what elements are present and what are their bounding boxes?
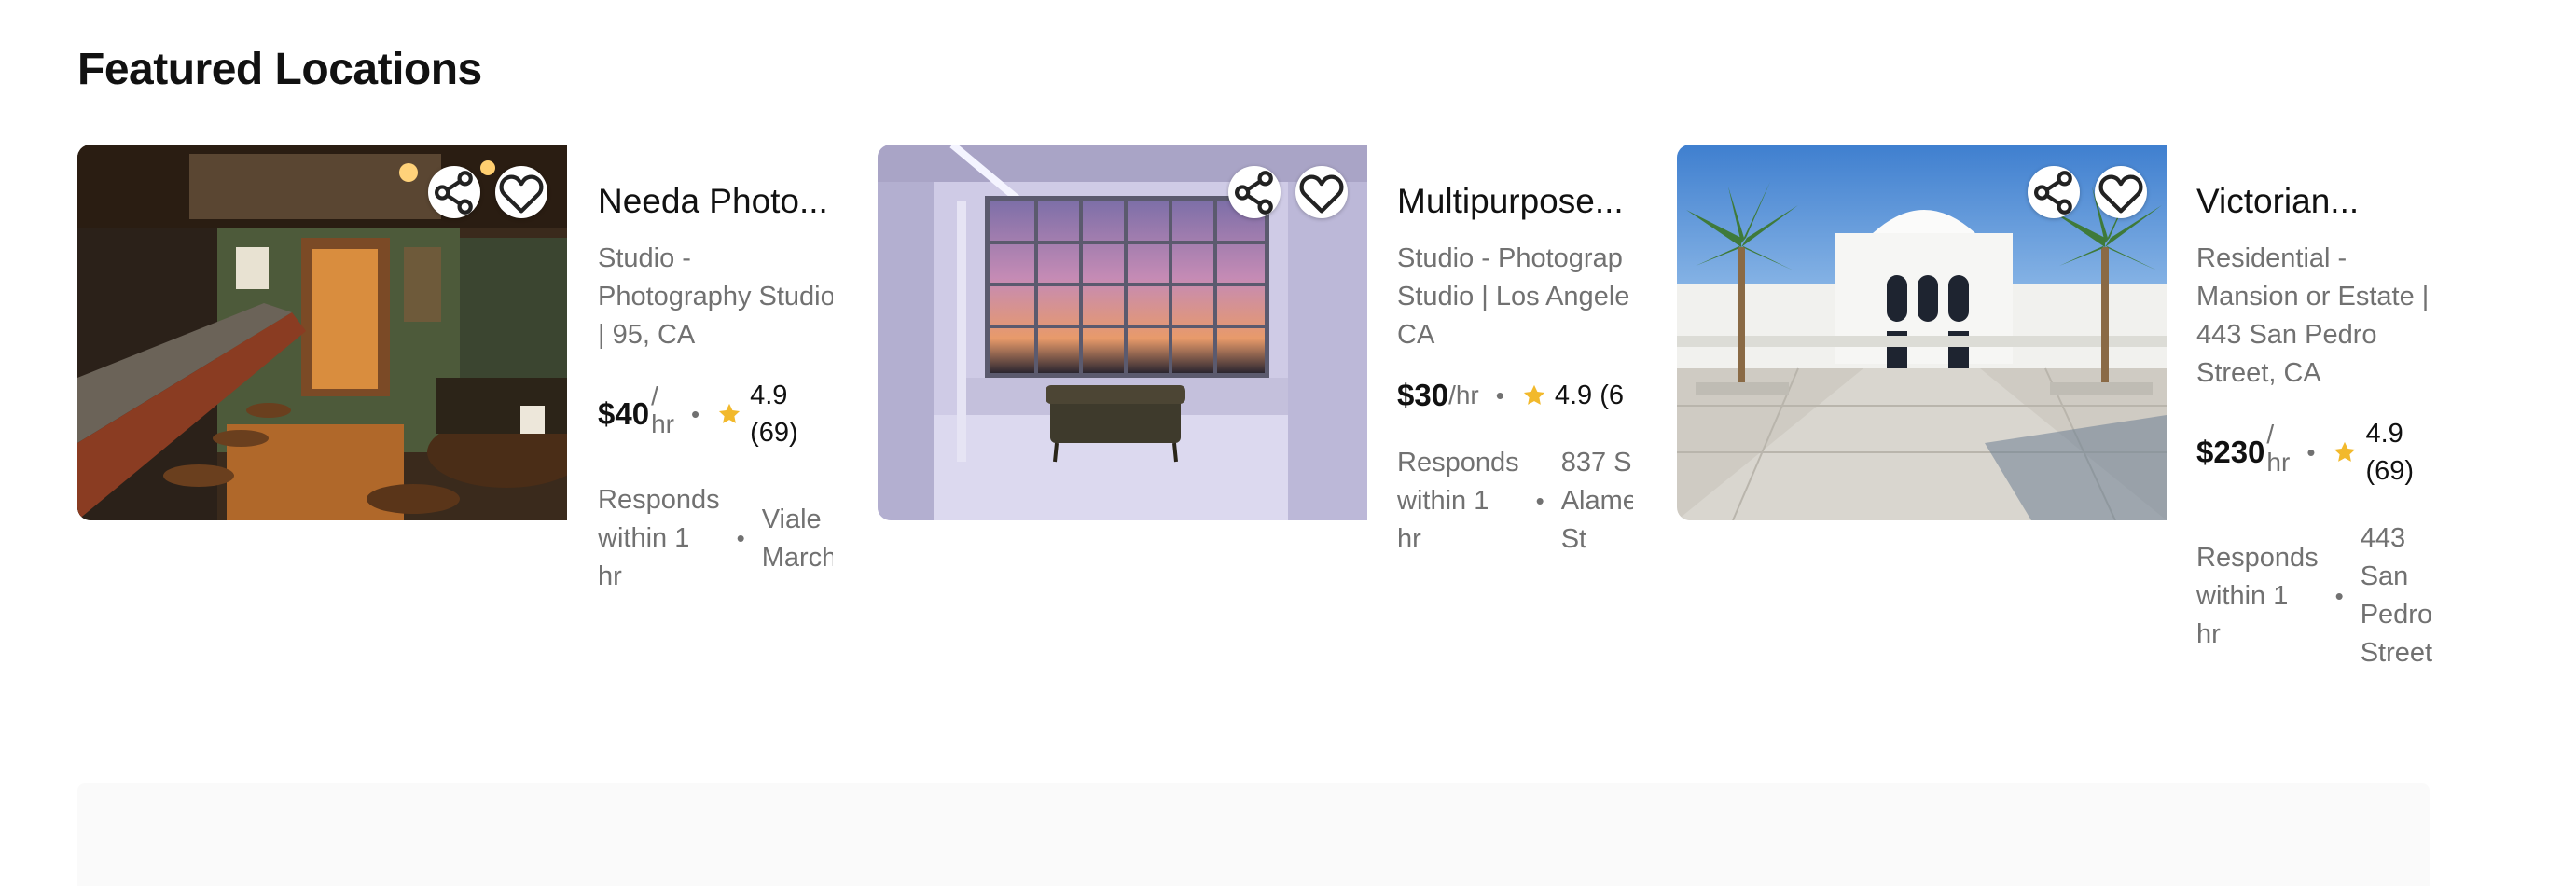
response-line: within 1	[2196, 580, 2289, 611]
location-type: Residential - Mansion or Estate | 443 Sa…	[2196, 240, 2432, 393]
response-line: Responds	[1397, 448, 1519, 478]
location-name[interactable]: Multipurpose...	[1397, 180, 1633, 223]
rating-count: (69)	[750, 418, 798, 448]
share-icon	[1235, 170, 1273, 215]
location-type: Studio - Photography Studio | 95, CA	[598, 240, 833, 354]
location-card[interactable]: Multipurpose... Studio - Photograp Studi…	[878, 145, 1633, 667]
separator-dot: •	[2334, 581, 2344, 610]
rating-value: 4.9	[750, 381, 788, 410]
type-line: Photography Studio	[598, 282, 833, 311]
price-rating-row: $230 / hr • 4.9 (69)	[2196, 415, 2432, 490]
page: Featured Locations Needa Photo... Studio…	[0, 0, 2576, 886]
type-line: CA	[1397, 320, 1435, 350]
star-icon	[716, 401, 742, 427]
price: $30	[1397, 378, 1449, 412]
meta-row: Responds within 1 hr • 443 San Pedro Str…	[2196, 519, 2432, 672]
response-line: within 1	[598, 523, 690, 553]
price-unit: / hr	[651, 382, 674, 438]
address-line: Pedro	[2360, 600, 2432, 630]
response-line: hr	[1397, 524, 1421, 554]
location-name[interactable]: Needa Photo...	[598, 180, 833, 223]
address-line: March	[761, 542, 833, 573]
type-line: 443 San Pedro	[2196, 320, 2377, 350]
heart-icon	[2098, 174, 2143, 213]
address: Viale March	[762, 501, 833, 577]
address-line: 837 S	[1560, 448, 1632, 478]
rating-count: (69)	[2365, 456, 2415, 486]
separator-dot: •	[1495, 381, 1504, 409]
location-name[interactable]: Victorian...	[2196, 180, 2432, 223]
response-time: Responds within 1 hr	[1397, 444, 1519, 559]
meta-row: Responds within 1 hr • Viale March	[598, 481, 833, 596]
price-unit: / hr	[2266, 421, 2291, 477]
meta-row: Responds within 1 hr • 837 S Alame St	[1397, 444, 1633, 559]
price-unit-text: hr	[651, 409, 674, 438]
address-line: St	[1560, 524, 1587, 554]
share-icon	[435, 170, 473, 215]
favorite-button[interactable]	[2095, 166, 2147, 218]
share-button[interactable]	[1228, 166, 1281, 218]
location-info: Needa Photo... Studio - Photography Stud…	[598, 180, 833, 596]
type-line: Studio | Los Angele	[1397, 282, 1630, 311]
address-line: Viale	[761, 504, 822, 534]
type-line: Street, CA	[2196, 358, 2321, 388]
location-info: Multipurpose... Studio - Photograp Studi…	[1397, 180, 1633, 559]
location-type: Studio - Photograp Studio | Los Angele C…	[1397, 240, 1633, 354]
price: $230	[2196, 435, 2265, 469]
mansion-image	[1677, 145, 2167, 520]
location-photo[interactable]	[77, 145, 567, 520]
price-rating-row: $40 / hr • 4.9 (69)	[598, 377, 833, 451]
address-line: Street	[2360, 638, 2432, 668]
separator-dot: •	[690, 399, 700, 428]
share-button[interactable]	[2028, 166, 2080, 218]
address-line: Alame	[1560, 486, 1633, 516]
type-line: Residential -	[2196, 243, 2347, 273]
response-line: hr	[2196, 618, 2221, 649]
rating-value: 4.9	[2365, 419, 2403, 449]
price-unit-text: hr	[2266, 448, 2291, 477]
type-line: | 95, CA	[598, 320, 696, 350]
favorite-button[interactable]	[495, 166, 547, 218]
location-card[interactable]: Needa Photo... Studio - Photography Stud…	[77, 145, 833, 667]
location-card[interactable]: Victorian... Residential - Mansion or Es…	[1677, 145, 2432, 668]
price-rating-row: $30 /hr • 4.9 (6	[1397, 377, 1633, 414]
location-photo[interactable]	[878, 145, 1367, 520]
address-line: 443	[2360, 523, 2406, 553]
price-unit-slash: /	[2266, 420, 2275, 449]
response-line: Responds	[2196, 542, 2319, 573]
rating: 4.9 (6	[1554, 381, 1625, 410]
price-unit: /hr	[1448, 381, 1479, 409]
type-line: Mansion or Estate |	[2196, 282, 2430, 311]
separator-dot: •	[2306, 437, 2316, 466]
response-line: within 1	[1397, 486, 1489, 516]
loft-studio-image	[878, 145, 1367, 520]
separator-dot: •	[1535, 487, 1544, 515]
rating: 4.9 (69)	[750, 377, 798, 451]
response-line: hr	[598, 561, 622, 591]
type-line: Studio -	[598, 243, 691, 273]
rating: 4.9 (69)	[2365, 415, 2414, 490]
heart-icon	[1299, 174, 1344, 213]
address: 837 S Alame St	[1561, 444, 1633, 559]
price-unit-slash: /	[651, 381, 658, 410]
response-time: Responds within 1 hr	[598, 481, 720, 596]
favorite-button[interactable]	[1295, 166, 1348, 218]
separator-dot: •	[736, 524, 745, 552]
star-icon	[2332, 439, 2358, 465]
price: $40	[598, 396, 650, 431]
star-icon	[1521, 382, 1547, 408]
address: 443 San Pedro Street	[2361, 519, 2432, 672]
response-line: Responds	[598, 485, 720, 515]
section-title: Featured Locations	[77, 45, 482, 94]
address-line: San	[2360, 561, 2409, 591]
response-time: Responds within 1 hr	[2196, 539, 2319, 654]
share-icon	[2034, 170, 2072, 215]
location-info: Victorian... Residential - Mansion or Es…	[2196, 180, 2432, 672]
heart-icon	[499, 174, 544, 213]
location-photo[interactable]	[1677, 145, 2167, 520]
share-button[interactable]	[428, 166, 480, 218]
bar-interior-image	[77, 145, 567, 520]
bottom-panel	[77, 783, 2430, 886]
type-line: Studio - Photograp	[1397, 243, 1623, 273]
